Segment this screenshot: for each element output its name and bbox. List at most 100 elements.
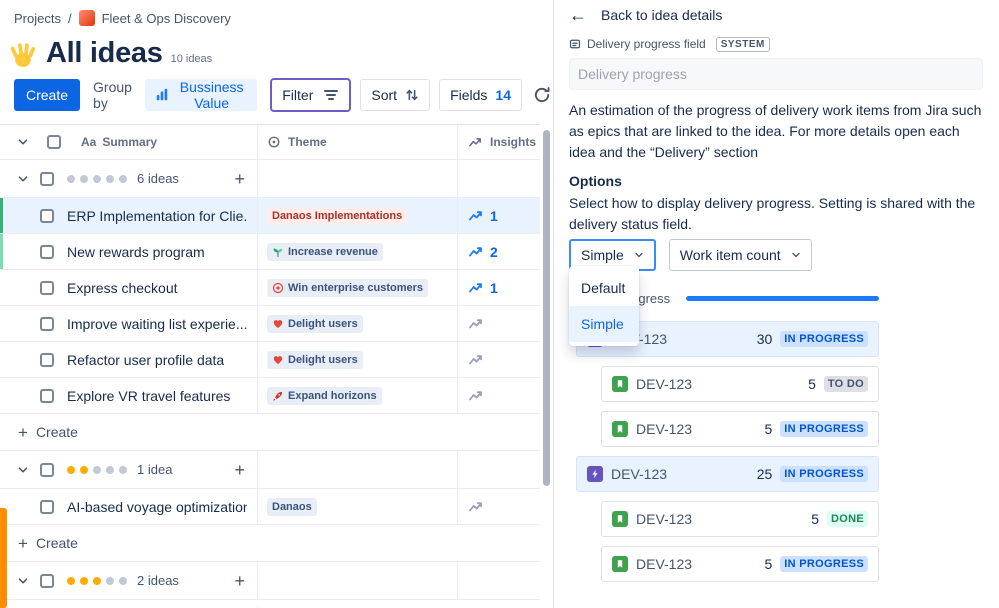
theme-chip[interactable]: Expand horizons bbox=[267, 386, 382, 405]
idea-summary: Improve waiting list experie... bbox=[67, 315, 247, 332]
scrollbar-thumb[interactable] bbox=[543, 130, 550, 486]
status-badge: IN PROGRESS bbox=[780, 421, 868, 437]
group-count: 2 ideas bbox=[137, 573, 179, 588]
work-item-key: DEV-123 bbox=[636, 421, 693, 437]
story-icon bbox=[612, 511, 628, 527]
insights-trend-icon[interactable] bbox=[468, 388, 484, 404]
back-to-idea-details-link[interactable]: Back to idea details bbox=[601, 7, 722, 23]
refresh-icon[interactable] bbox=[531, 84, 553, 106]
row-checkbox[interactable] bbox=[40, 388, 54, 403]
create-idea-label: Create bbox=[35, 535, 78, 551]
delivery-item-card: DEV-123 5 DONE bbox=[601, 501, 879, 537]
row-checkbox[interactable] bbox=[40, 280, 54, 295]
row-checkbox[interactable] bbox=[40, 352, 54, 367]
breadcrumb-projects-link[interactable]: Projects bbox=[14, 11, 61, 26]
insights-count[interactable]: 1 bbox=[490, 208, 498, 224]
back-row: ← Back to idea details bbox=[569, 4, 983, 26]
group-collapse-chevron-icon[interactable] bbox=[16, 574, 32, 588]
breadcrumb-separator: / bbox=[67, 10, 72, 26]
work-item-key: DEV-123 bbox=[636, 511, 693, 527]
work-item-count: 25 bbox=[756, 466, 773, 482]
table-row[interactable]: Explore VR travel features Expand horizo… bbox=[0, 378, 540, 414]
theme-column-icon bbox=[267, 135, 281, 149]
theme-chip[interactable]: Danaos Implementations bbox=[267, 206, 408, 225]
delivery-item-card: DEV-123 25 IN PROGRESS bbox=[576, 456, 879, 492]
target-icon bbox=[272, 282, 284, 294]
theme-chip[interactable]: Delight users bbox=[267, 314, 363, 333]
group-collapse-chevron-icon[interactable] bbox=[16, 172, 32, 186]
table-row[interactable]: ERP Implementation for Clie... Danaos Im… bbox=[0, 198, 540, 234]
idea-summary: ERP Implementation for Clie... bbox=[67, 207, 247, 224]
story-icon bbox=[612, 556, 628, 572]
theme-chip[interactable]: Delight users bbox=[267, 350, 363, 369]
idea-summary: Explore VR travel features bbox=[67, 387, 231, 404]
sort-button[interactable]: Sort bbox=[360, 79, 431, 111]
group-by-value-button[interactable]: Bussiness Value bbox=[145, 79, 258, 111]
group-add-idea-button[interactable]: + bbox=[232, 461, 247, 479]
plus-icon: + bbox=[18, 422, 28, 442]
select-all-checkbox[interactable] bbox=[47, 135, 61, 149]
filter-label: Filter bbox=[282, 87, 314, 103]
theme-chip[interactable]: Increase revenue bbox=[267, 242, 383, 261]
status-badge: IN PROGRESS bbox=[780, 331, 868, 347]
filter-button[interactable]: Filter bbox=[270, 78, 352, 112]
sort-icon bbox=[405, 88, 419, 102]
fields-button[interactable]: Fields 14 bbox=[439, 79, 522, 111]
delivery-item-card: DEV-123 5 IN PROGRESS bbox=[601, 546, 879, 582]
group-header[interactable]: 1 idea + bbox=[0, 451, 540, 489]
insights-trend-icon bbox=[468, 244, 484, 260]
row-checkbox[interactable] bbox=[40, 316, 54, 331]
table-row[interactable]: Express checkout Win enterprise customer… bbox=[0, 270, 540, 306]
chevron-down-icon bbox=[633, 249, 645, 261]
row-checkbox[interactable] bbox=[40, 499, 54, 514]
field-type-icon bbox=[569, 38, 581, 50]
column-header-summary[interactable]: Summary bbox=[102, 135, 157, 149]
column-header-insights[interactable]: Insights bbox=[490, 135, 536, 149]
options-title: Options bbox=[569, 173, 622, 189]
back-arrow-icon[interactable]: ← bbox=[569, 6, 587, 24]
insights-count[interactable]: 1 bbox=[490, 280, 498, 296]
group-checkbox[interactable] bbox=[40, 171, 54, 186]
bar-chart-icon bbox=[155, 88, 169, 102]
insights-trend-icon[interactable] bbox=[468, 316, 484, 332]
group-header[interactable]: 2 ideas + bbox=[0, 562, 540, 600]
display-style-dropdown-menu: Default Simple bbox=[569, 266, 639, 346]
group-checkbox[interactable] bbox=[40, 573, 54, 588]
table-row[interactable]: New rewards program Increase revenue 2 bbox=[0, 234, 540, 270]
group-add-idea-button[interactable]: + bbox=[232, 170, 247, 188]
idea-summary: AI-based voyage optimization bbox=[67, 498, 247, 515]
recently-created-indicator bbox=[0, 198, 3, 233]
work-item-count: 5 bbox=[811, 511, 820, 527]
insights-count[interactable]: 2 bbox=[490, 244, 498, 260]
heart-icon bbox=[272, 354, 284, 366]
field-name-input[interactable] bbox=[569, 58, 983, 90]
rollup-select[interactable]: Work item count bbox=[668, 239, 812, 271]
table-row[interactable]: Improve waiting list experie... Delight … bbox=[0, 306, 540, 342]
work-item-count: 5 bbox=[764, 421, 773, 437]
table-row[interactable] bbox=[0, 600, 540, 608]
delivery-item-card: DEV-123 5 IN PROGRESS bbox=[601, 411, 879, 447]
vertical-scrollbar bbox=[540, 121, 553, 608]
display-style-value: Simple bbox=[581, 247, 624, 263]
group-add-idea-button[interactable]: + bbox=[232, 572, 247, 590]
fields-count-badge: 14 bbox=[495, 87, 511, 103]
table-row[interactable]: AI-based voyage optimization Danaos bbox=[0, 489, 540, 525]
row-checkbox[interactable] bbox=[40, 208, 54, 223]
insights-trend-icon[interactable] bbox=[468, 352, 484, 368]
menu-item-simple[interactable]: Simple bbox=[569, 306, 639, 342]
breadcrumb-project-link[interactable]: Fleet & Ops Discovery bbox=[102, 11, 231, 26]
row-checkbox[interactable] bbox=[40, 244, 54, 259]
group-collapse-chevron-icon[interactable] bbox=[16, 463, 32, 477]
column-header-theme[interactable]: Theme bbox=[288, 135, 327, 149]
group-checkbox[interactable] bbox=[40, 462, 54, 477]
collapse-all-chevron-icon[interactable] bbox=[16, 135, 32, 149]
create-button[interactable]: Create bbox=[14, 79, 81, 111]
insights-trend-icon[interactable] bbox=[468, 499, 484, 515]
create-idea-row[interactable]: + Create bbox=[0, 525, 540, 562]
theme-chip[interactable]: Danaos bbox=[267, 497, 317, 516]
theme-chip[interactable]: Win enterprise customers bbox=[267, 278, 428, 297]
menu-item-default[interactable]: Default bbox=[569, 270, 639, 306]
table-row[interactable]: Refactor user profile data Delight users bbox=[0, 342, 540, 378]
group-header[interactable]: 6 ideas + bbox=[0, 160, 540, 198]
create-idea-row[interactable]: + Create bbox=[0, 414, 540, 451]
